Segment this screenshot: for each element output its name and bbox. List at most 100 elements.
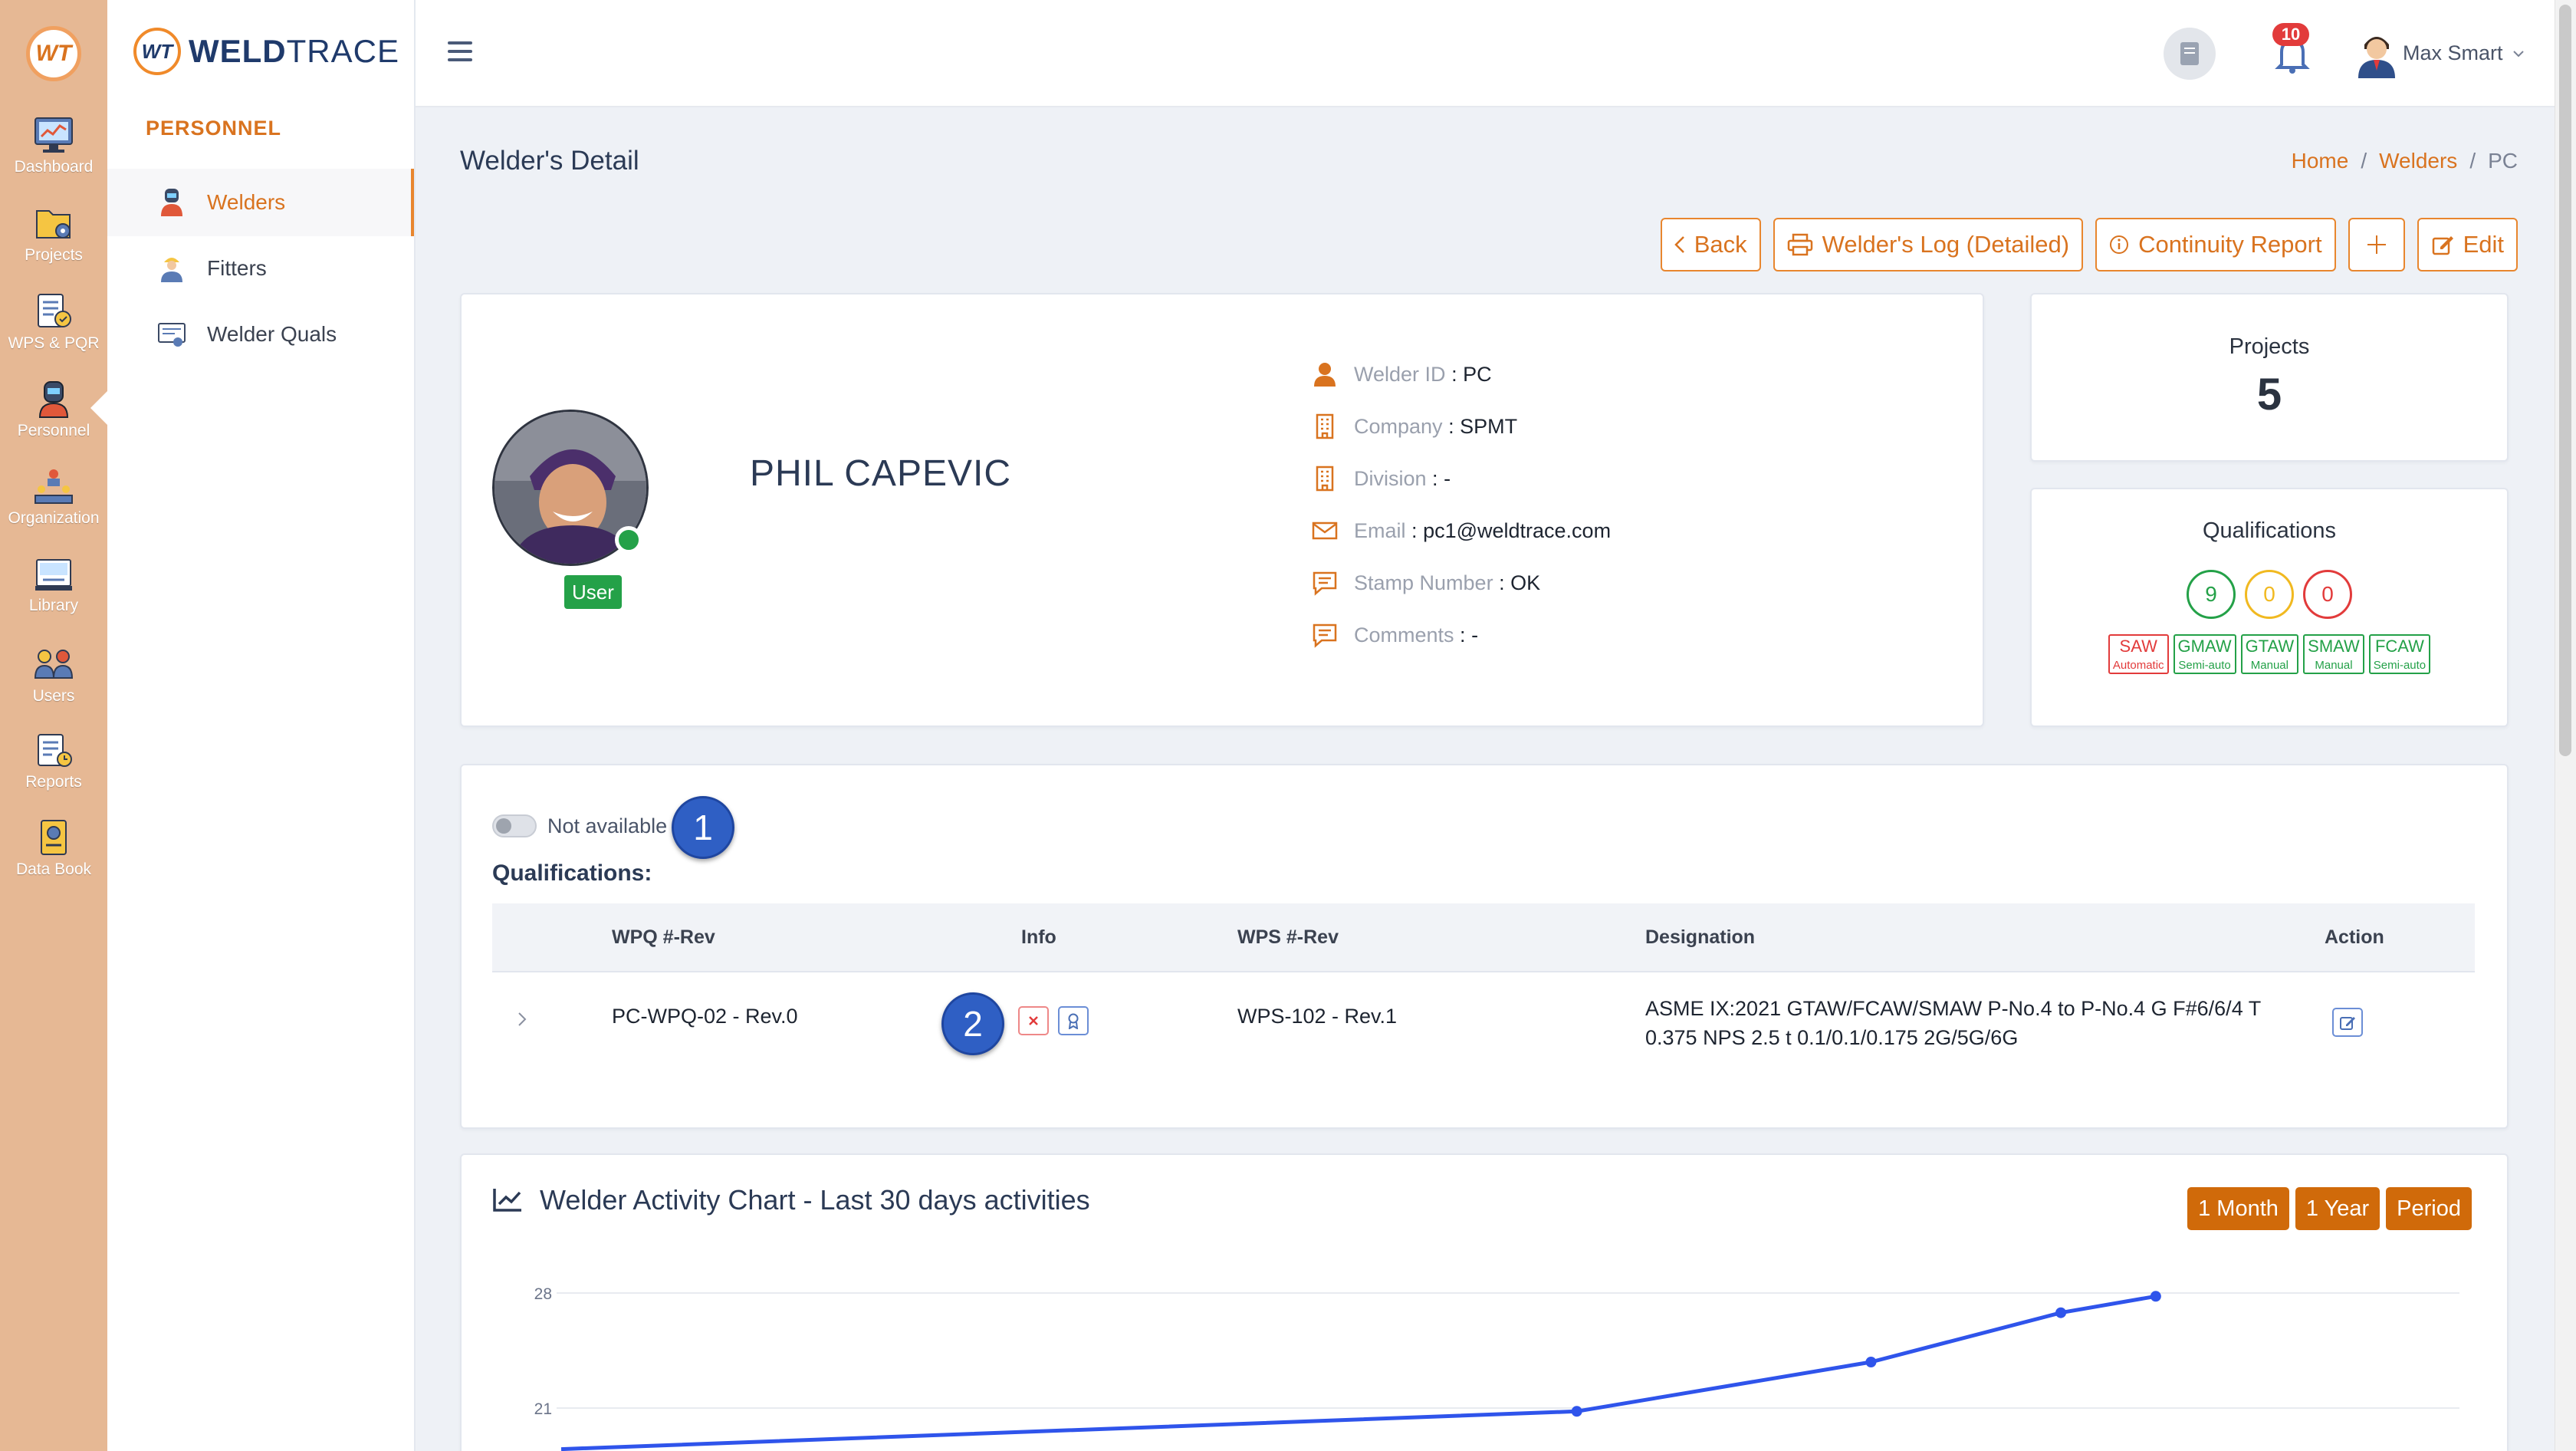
edit-qualification-button[interactable]: [2332, 1008, 2363, 1037]
rail-label: Dashboard: [14, 158, 94, 176]
sidebar-heading: PERSONNEL: [146, 117, 282, 140]
sidebar-item-welder-quals[interactable]: Welder Quals: [107, 301, 414, 368]
table-row[interactable]: PC-WPQ-02 - Rev.0 WPS-102 - Rev.1 ASME I…: [492, 974, 2475, 1089]
column-header-wps: WPS #-Rev: [1237, 926, 1339, 948]
user-avatar-icon[interactable]: [2351, 28, 2403, 80]
sidebar-item-label: Welder Quals: [207, 322, 337, 346]
projects-count-card: Projects 5: [2030, 293, 2509, 462]
rail-label: WPS & PQR: [8, 334, 100, 352]
book-icon[interactable]: [2164, 28, 2216, 80]
rail-label: Library: [28, 597, 79, 614]
user-menu[interactable]: Max Smart: [2403, 41, 2525, 65]
close-icon: [1029, 1016, 1038, 1025]
rail-item-dashboard[interactable]: Dashboard: [0, 115, 107, 176]
rail-label: Users: [32, 687, 75, 705]
qualifications-table-card: Not available 1 Qualifications: WPQ #-Re…: [460, 764, 2509, 1129]
breadcrumb: Home / Welders / PC: [2292, 149, 2518, 173]
data-book-icon: [41, 820, 67, 855]
certificate-badge-icon: [1068, 1013, 1079, 1029]
back-button[interactable]: Back: [1660, 218, 1761, 271]
breadcrumb-separator: /: [2469, 149, 2476, 173]
reports-icon: [38, 734, 72, 767]
rail-item-library[interactable]: Library: [0, 554, 107, 615]
breadcrumb-home[interactable]: Home: [2292, 149, 2349, 173]
weldtrace-logo-icon[interactable]: WT: [26, 26, 81, 81]
mail-icon: [1312, 522, 1338, 540]
user-name: Max Smart: [2403, 41, 2503, 64]
expand-row-chevron-icon[interactable]: [514, 1011, 531, 1028]
wpq-cell: PC-WPQ-02 - Rev.0: [612, 1005, 798, 1028]
icon-rail: WT Dashboard Projects WPS & PQR Personne…: [0, 0, 107, 1451]
add-button[interactable]: [2348, 218, 2405, 271]
rail-item-projects[interactable]: Projects: [0, 203, 107, 265]
brand-logo[interactable]: WT WELDTRACE: [133, 28, 399, 75]
info-icon: [2110, 235, 2129, 254]
data-point[interactable]: [1865, 1357, 1877, 1367]
welder-profile-card: User PHIL CAPEVIC Welder ID : PC Company…: [460, 293, 1984, 727]
info-row-comments: Comments : -: [1311, 620, 1478, 650]
sidebar-item-fitters[interactable]: Fitters: [107, 235, 414, 302]
rail-item-wps-pqr[interactable]: WPS & PQR: [0, 291, 107, 353]
breadcrumb-welders[interactable]: Welders: [2379, 149, 2457, 173]
designation-cell: ASME IX:2021 GTAW/FCAW/SMAW P-No.4 to P-…: [1645, 997, 2262, 1049]
delete-qualification-button[interactable]: [1018, 1006, 1049, 1035]
period-custom-button[interactable]: Period: [2386, 1187, 2472, 1230]
info-row-welder-id: Welder ID : PC: [1311, 359, 1492, 390]
sidebar-item-welders[interactable]: Welders: [107, 169, 414, 236]
rail-item-organization[interactable]: Organization: [0, 466, 107, 528]
activity-chart-card: 21 28 Welder Activity Chart - Last 30 day…: [460, 1153, 2509, 1451]
printer-icon: [1787, 233, 1812, 256]
menu-toggle-icon[interactable]: [448, 41, 472, 63]
certificate-icon: [158, 323, 186, 347]
continuity-report-button[interactable]: Continuity Report: [2095, 218, 2336, 271]
qualifications-label: Qualifications: [2202, 518, 2337, 543]
breadcrumb-current: PC: [2488, 149, 2518, 173]
annotation-marker-1: 1: [672, 796, 734, 859]
certificate-info-button[interactable]: [1058, 1006, 1089, 1035]
chart-title: Welder Activity Chart - Last 30 days act…: [492, 1184, 1090, 1216]
fitter-icon: [161, 258, 182, 282]
library-icon: [35, 559, 72, 591]
rail-item-data-book[interactable]: Data Book: [0, 818, 107, 879]
column-header-designation: Designation: [1645, 926, 1756, 948]
process-badge-gmaw: GMAW Semi-auto: [2173, 634, 2236, 674]
rail-item-reports[interactable]: Reports: [0, 730, 107, 791]
edit-icon: [2340, 1017, 2355, 1030]
process-badges: SAW Automatic GMAW Semi-auto GTAW Manual SM…: [2032, 634, 2507, 674]
data-point[interactable]: [2150, 1291, 2161, 1302]
welder-log-button[interactable]: Welder's Log (Detailed): [1773, 218, 2084, 271]
personnel-icon: [38, 381, 69, 418]
wps-cell: WPS-102 - Rev.1: [1237, 1005, 1398, 1028]
rail-item-users[interactable]: Users: [0, 644, 107, 706]
projects-count: 5: [2256, 370, 2282, 420]
rail-label: Reports: [25, 773, 82, 791]
info-row-company: Company : SPMT: [1311, 411, 1517, 442]
edit-icon: [2432, 236, 2453, 255]
chevron-down-icon: [2512, 50, 2524, 57]
period-1-year-button[interactable]: 1 Year: [2295, 1187, 2380, 1230]
data-point[interactable]: [1571, 1406, 1582, 1417]
column-header-wpq: WPQ #-Rev: [612, 926, 715, 948]
availability-toggle-label: Not available: [547, 814, 668, 837]
notification-count-badge: 10: [2272, 23, 2309, 46]
brand-badge-icon: WT: [133, 28, 181, 75]
projects-label: Projects: [2229, 334, 2310, 359]
qualification-counts: 9 0 0: [2032, 570, 2507, 619]
active-rail-pointer: [90, 391, 107, 425]
edit-button[interactable]: Edit: [2417, 218, 2518, 271]
availability-toggle[interactable]: [492, 814, 537, 837]
rail-label: Organization: [8, 509, 100, 527]
period-1-month-button[interactable]: 1 Month: [2187, 1187, 2289, 1230]
data-point[interactable]: [2055, 1307, 2067, 1318]
process-badge-gtaw: GTAW Manual: [2240, 634, 2299, 674]
scrollbar-thumb[interactable]: [2559, 5, 2571, 756]
rail-label: Projects: [25, 246, 83, 264]
role-badge: User: [564, 575, 622, 609]
page-title: Welder's Detail: [460, 146, 639, 176]
personnel-sidebar: WT WELDTRACE PERSONNEL Welders Fitters W…: [107, 0, 416, 1451]
user-icon: [1314, 363, 1336, 387]
active-qualifications-count: 9: [2187, 570, 2236, 619]
process-badge-saw: SAW Automatic: [2108, 634, 2169, 674]
qualifications-summary-card: Qualifications 9 0 0 SAW Automatic GMAW Se…: [2030, 488, 2509, 727]
chevron-left-icon: [1674, 236, 1684, 253]
